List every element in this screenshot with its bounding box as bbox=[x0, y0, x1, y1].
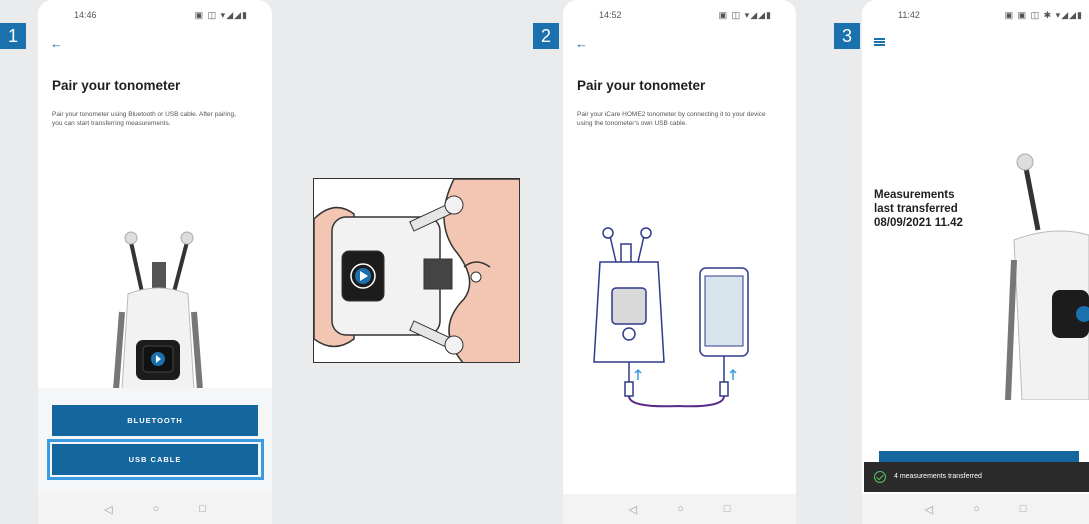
android-nav-bar: ◁ ○ □ bbox=[563, 494, 796, 524]
status-icons: ▣ ◫ ▾◢◢▮ bbox=[194, 10, 248, 20]
back-arrow-icon[interactable]: ← bbox=[575, 36, 588, 51]
status-icons: ▣ ▣ ◫ ✱ ▾◢◢▮ bbox=[1004, 10, 1083, 20]
page-description: Pair your tonometer using Bluetooth or U… bbox=[52, 111, 236, 127]
step-badge-1: 1 bbox=[0, 23, 26, 49]
page-title: Pair your tonometer bbox=[577, 78, 706, 93]
last-transfer-info: Measurements last transferred 08/09/2021… bbox=[874, 188, 963, 230]
page-title: Pair your tonometer bbox=[52, 78, 181, 93]
nav-home-icon[interactable]: ○ bbox=[973, 503, 980, 515]
tonometer-image bbox=[113, 231, 203, 390]
android-nav-bar: ◁ ○ □ bbox=[38, 494, 272, 524]
bluetooth-button[interactable]: BLUETOOTH bbox=[52, 405, 258, 436]
transfer-toast: 4 measurements transferred bbox=[864, 462, 1089, 492]
usb-cable-button[interactable]: USB CABLE bbox=[52, 444, 258, 475]
nav-back-icon[interactable]: ◁ bbox=[925, 503, 933, 516]
nav-back-icon[interactable]: ◁ bbox=[629, 503, 637, 516]
step-badge-2: 2 bbox=[533, 23, 559, 49]
status-bar: 14:46 ▣ ◫ ▾◢◢▮ bbox=[38, 10, 272, 24]
nav-home-icon[interactable]: ○ bbox=[153, 503, 160, 515]
nav-back-icon[interactable]: ◁ bbox=[104, 503, 112, 516]
step-badge-3: 3 bbox=[834, 23, 860, 49]
tonometer-image bbox=[1005, 153, 1089, 400]
nav-recent-icon[interactable]: □ bbox=[1020, 503, 1027, 515]
status-time: 14:46 bbox=[74, 10, 97, 20]
status-bar: 14:52 ▣ ◫ ▾◢◢▮ bbox=[563, 10, 796, 24]
page-description: Pair your iCare HOME2 tonometer by conne… bbox=[577, 111, 766, 127]
nav-recent-icon[interactable]: □ bbox=[199, 503, 206, 515]
toast-message: 4 measurements transferred bbox=[894, 473, 982, 480]
hamburger-menu-icon[interactable] bbox=[874, 38, 885, 46]
measure-line-2: last transferred bbox=[874, 203, 958, 215]
back-arrow-icon[interactable]: ← bbox=[50, 36, 63, 51]
check-circle-icon bbox=[874, 471, 886, 483]
android-nav-bar: ◁ ○ □ bbox=[862, 494, 1089, 524]
measure-line-3: 08/09/2021 11.42 bbox=[874, 217, 963, 229]
status-time: 11:42 bbox=[898, 10, 920, 20]
usage-illustration bbox=[313, 178, 520, 363]
usb-connection-diagram bbox=[593, 227, 749, 408]
nav-recent-icon[interactable]: □ bbox=[724, 503, 731, 515]
status-icons: ▣ ◫ ▾◢◢▮ bbox=[718, 10, 772, 20]
nav-home-icon[interactable]: ○ bbox=[677, 503, 684, 515]
status-bar: 11:42 ▣ ▣ ◫ ✱ ▾◢◢▮ bbox=[862, 10, 1089, 24]
status-time: 14:52 bbox=[599, 10, 622, 20]
measure-line-1: Measurements bbox=[874, 189, 955, 201]
phone-screen-3: 11:42 ▣ ▣ ◫ ✱ ▾◢◢▮ Measurements last tra… bbox=[862, 0, 1089, 524]
phone-screen-1: 14:46 ▣ ◫ ▾◢◢▮ ← Pair your tonometer Pai… bbox=[38, 0, 272, 524]
tonometer-on-eye-image bbox=[314, 179, 519, 362]
instruction-stage: 1 14:46 ▣ ◫ ▾◢◢▮ ← Pair your tonometer P… bbox=[0, 0, 1089, 524]
phone-screen-2: 14:52 ▣ ◫ ▾◢◢▮ ← Pair your tonometer Pai… bbox=[563, 0, 796, 524]
